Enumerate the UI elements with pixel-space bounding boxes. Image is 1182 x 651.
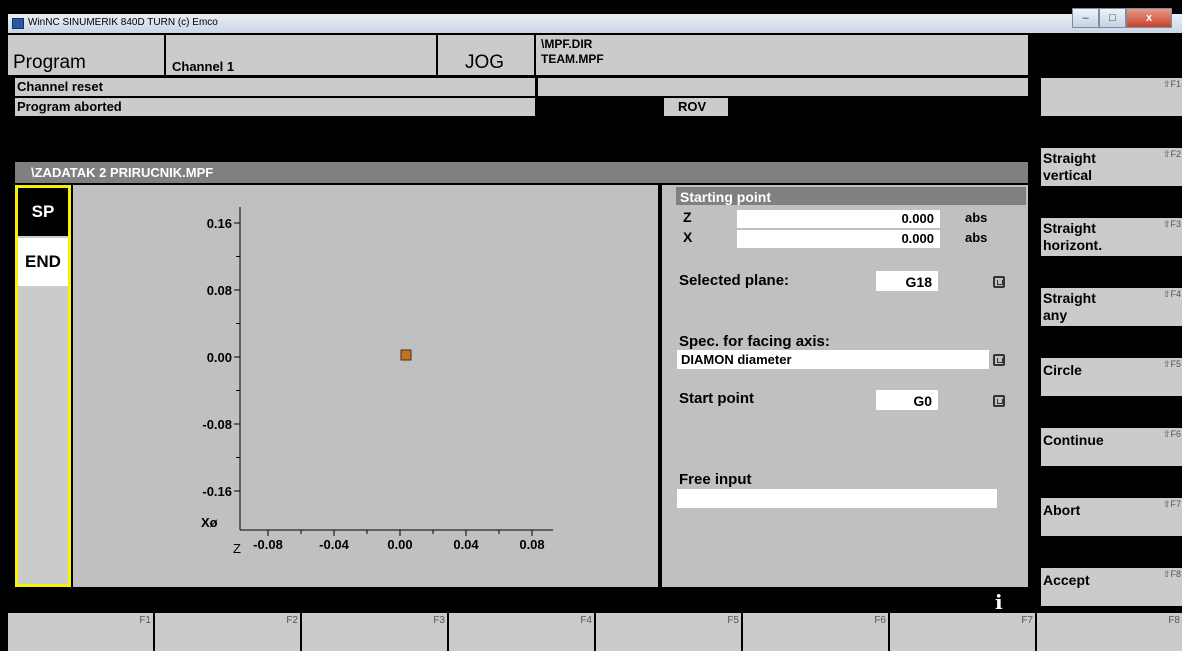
x-tick-label: 0.04 xyxy=(453,537,479,552)
x-axis-ticks: -0.08 -0.04 0.00 0.04 0.08 xyxy=(253,530,545,552)
softkey-shortcut: ⇧F7 xyxy=(1162,499,1181,509)
window-controls: – □ x xyxy=(1072,8,1172,28)
softkey-abort[interactable]: Abort ⇧F7 xyxy=(1041,498,1182,536)
info-icon[interactable]: i xyxy=(995,590,1003,614)
softkey-f3[interactable]: F3 xyxy=(302,613,447,651)
z-label: Z xyxy=(683,209,692,225)
softkey-straight-any[interactable]: Straight any ⇧F4 xyxy=(1041,288,1182,326)
element-end[interactable]: END xyxy=(18,238,68,286)
softkey-straight-horizontal[interactable]: Straight horizont. ⇧F3 xyxy=(1041,218,1182,256)
contour-plot: 0.16 0.08 0.00 -0.08 -0.16 -0.08 -0.04 0.00 0.0… xyxy=(201,207,553,556)
softkey-circle[interactable]: Circle ⇧F5 xyxy=(1041,358,1182,396)
y-tick-label: -0.08 xyxy=(202,417,232,432)
softkey-accept[interactable]: Accept ⇧F8 xyxy=(1041,568,1182,606)
y-tick-label: 0.16 xyxy=(207,216,232,231)
close-button[interactable]: x xyxy=(1126,8,1172,28)
softkey-shortcut: F5 xyxy=(727,615,739,626)
facing-axis-value: DIAMON diameter xyxy=(681,352,792,367)
softkey-f1[interactable]: F1 xyxy=(8,613,153,651)
program-title: \ZADATAK 2 PRIRUCNIK.MPF xyxy=(31,165,214,180)
softkey-label: Straight horizont. xyxy=(1043,220,1103,253)
softkey-f4[interactable]: F4 xyxy=(449,613,594,651)
softkey-f6[interactable]: F6 xyxy=(743,613,888,651)
y-tick-label: 0.00 xyxy=(207,350,232,365)
x-unit: abs xyxy=(965,230,988,245)
z-unit: abs xyxy=(965,210,988,225)
rov-label: ROV xyxy=(678,99,707,114)
softkey-shortcut: ⇧F1 xyxy=(1162,79,1181,89)
softkey-shortcut: ⇧F6 xyxy=(1162,429,1181,439)
softkey-shortcut: F1 xyxy=(139,615,151,626)
z-value: 0.000 xyxy=(901,211,934,226)
softkey-label: Straight vertical xyxy=(1043,150,1096,183)
softkey-shortcut: ⇧F8 xyxy=(1162,569,1181,579)
operating-mode-label: JOG xyxy=(465,52,505,73)
plane-label: Selected plane: xyxy=(679,272,790,289)
y-axis-ticks: 0.16 0.08 0.00 -0.08 -0.16 xyxy=(202,216,240,499)
softkey-shortcut: ⇧F3 xyxy=(1162,219,1181,229)
x-value: 0.000 xyxy=(901,231,934,246)
start-point-toggle-icon[interactable] xyxy=(993,395,1005,407)
softkey-straight-vertical[interactable]: Straight vertical ⇧F2 xyxy=(1041,148,1182,186)
free-input-field[interactable] xyxy=(677,489,997,508)
start-point-marker xyxy=(400,349,412,361)
softkey-shortcut: ⇧F2 xyxy=(1162,149,1181,159)
program-path-file: TEAM.MPF xyxy=(541,52,604,66)
softkey-label: Straight any xyxy=(1043,290,1096,323)
section-title: Starting point xyxy=(680,189,771,205)
program-status-text: Program aborted xyxy=(17,99,122,114)
softkey-shortcut: ⇧F5 xyxy=(1162,359,1181,369)
window-title: WinNC SINUMERIK 840D TURN (c) Emco xyxy=(28,17,218,28)
y-axis-label: Xø xyxy=(201,515,218,530)
program-path-dir: \MPF.DIR xyxy=(541,37,593,51)
softkey-continue[interactable]: Continue ⇧F6 xyxy=(1041,428,1182,466)
x-tick-label: 0.08 xyxy=(519,537,544,552)
app-icon xyxy=(12,18,24,29)
start-point-label: Start point xyxy=(679,390,754,407)
softkey-shortcut: F6 xyxy=(874,615,886,626)
softkey-f2[interactable]: F2 xyxy=(155,613,300,651)
contour-element-list: SP END xyxy=(15,185,71,587)
free-input-label: Free input xyxy=(679,471,752,488)
softkey-shortcut: F3 xyxy=(433,615,445,626)
x-tick-label: 0.00 xyxy=(387,537,412,552)
x-label: X xyxy=(683,229,693,245)
facing-axis-label: Spec. for facing axis: xyxy=(679,333,830,350)
softkey-f8[interactable]: F8 xyxy=(1037,613,1182,651)
contour-graphic: 0.16 0.08 0.00 -0.08 -0.16 -0.08 -0.04 0.00 0.0… xyxy=(73,185,658,587)
y-tick-label: 0.08 xyxy=(207,283,232,298)
plane-toggle-icon[interactable] xyxy=(993,276,1005,288)
start-point-value: G0 xyxy=(913,393,932,409)
softkey-shortcut: F2 xyxy=(286,615,298,626)
minimize-button[interactable]: – xyxy=(1072,8,1099,28)
facing-axis-toggle-icon[interactable] xyxy=(993,354,1005,366)
softkey-shortcut: F7 xyxy=(1021,615,1033,626)
x-axis-label: Z xyxy=(233,541,241,556)
softkey-f5[interactable]: F5 xyxy=(596,613,741,651)
area-label: Program xyxy=(13,52,86,73)
x-tick-label: -0.04 xyxy=(319,537,349,552)
channel-status-text: Channel reset xyxy=(17,79,103,94)
softkey-shortcut: F4 xyxy=(580,615,592,626)
softkey-shortcut: F8 xyxy=(1168,615,1180,626)
softkey-f7[interactable]: F7 xyxy=(890,613,1035,651)
element-sp[interactable]: SP xyxy=(18,188,68,236)
channel-label: Channel 1 xyxy=(172,59,235,74)
softkey-label: Circle xyxy=(1043,362,1082,378)
softkey-label: Accept xyxy=(1043,572,1090,588)
program-path-cell xyxy=(536,35,1028,75)
y-tick-label: -0.16 xyxy=(202,484,232,499)
softkey-label: Continue xyxy=(1043,432,1104,448)
softkey-label: Abort xyxy=(1043,502,1081,518)
x-tick-label: -0.08 xyxy=(253,537,283,552)
maximize-button[interactable]: □ xyxy=(1099,8,1126,28)
softkey-shortcut: ⇧F4 xyxy=(1162,289,1181,299)
softkey-shift-f1[interactable]: ⇧F1 xyxy=(1041,78,1182,116)
message-line xyxy=(538,78,1028,96)
plane-value: G18 xyxy=(905,274,932,290)
